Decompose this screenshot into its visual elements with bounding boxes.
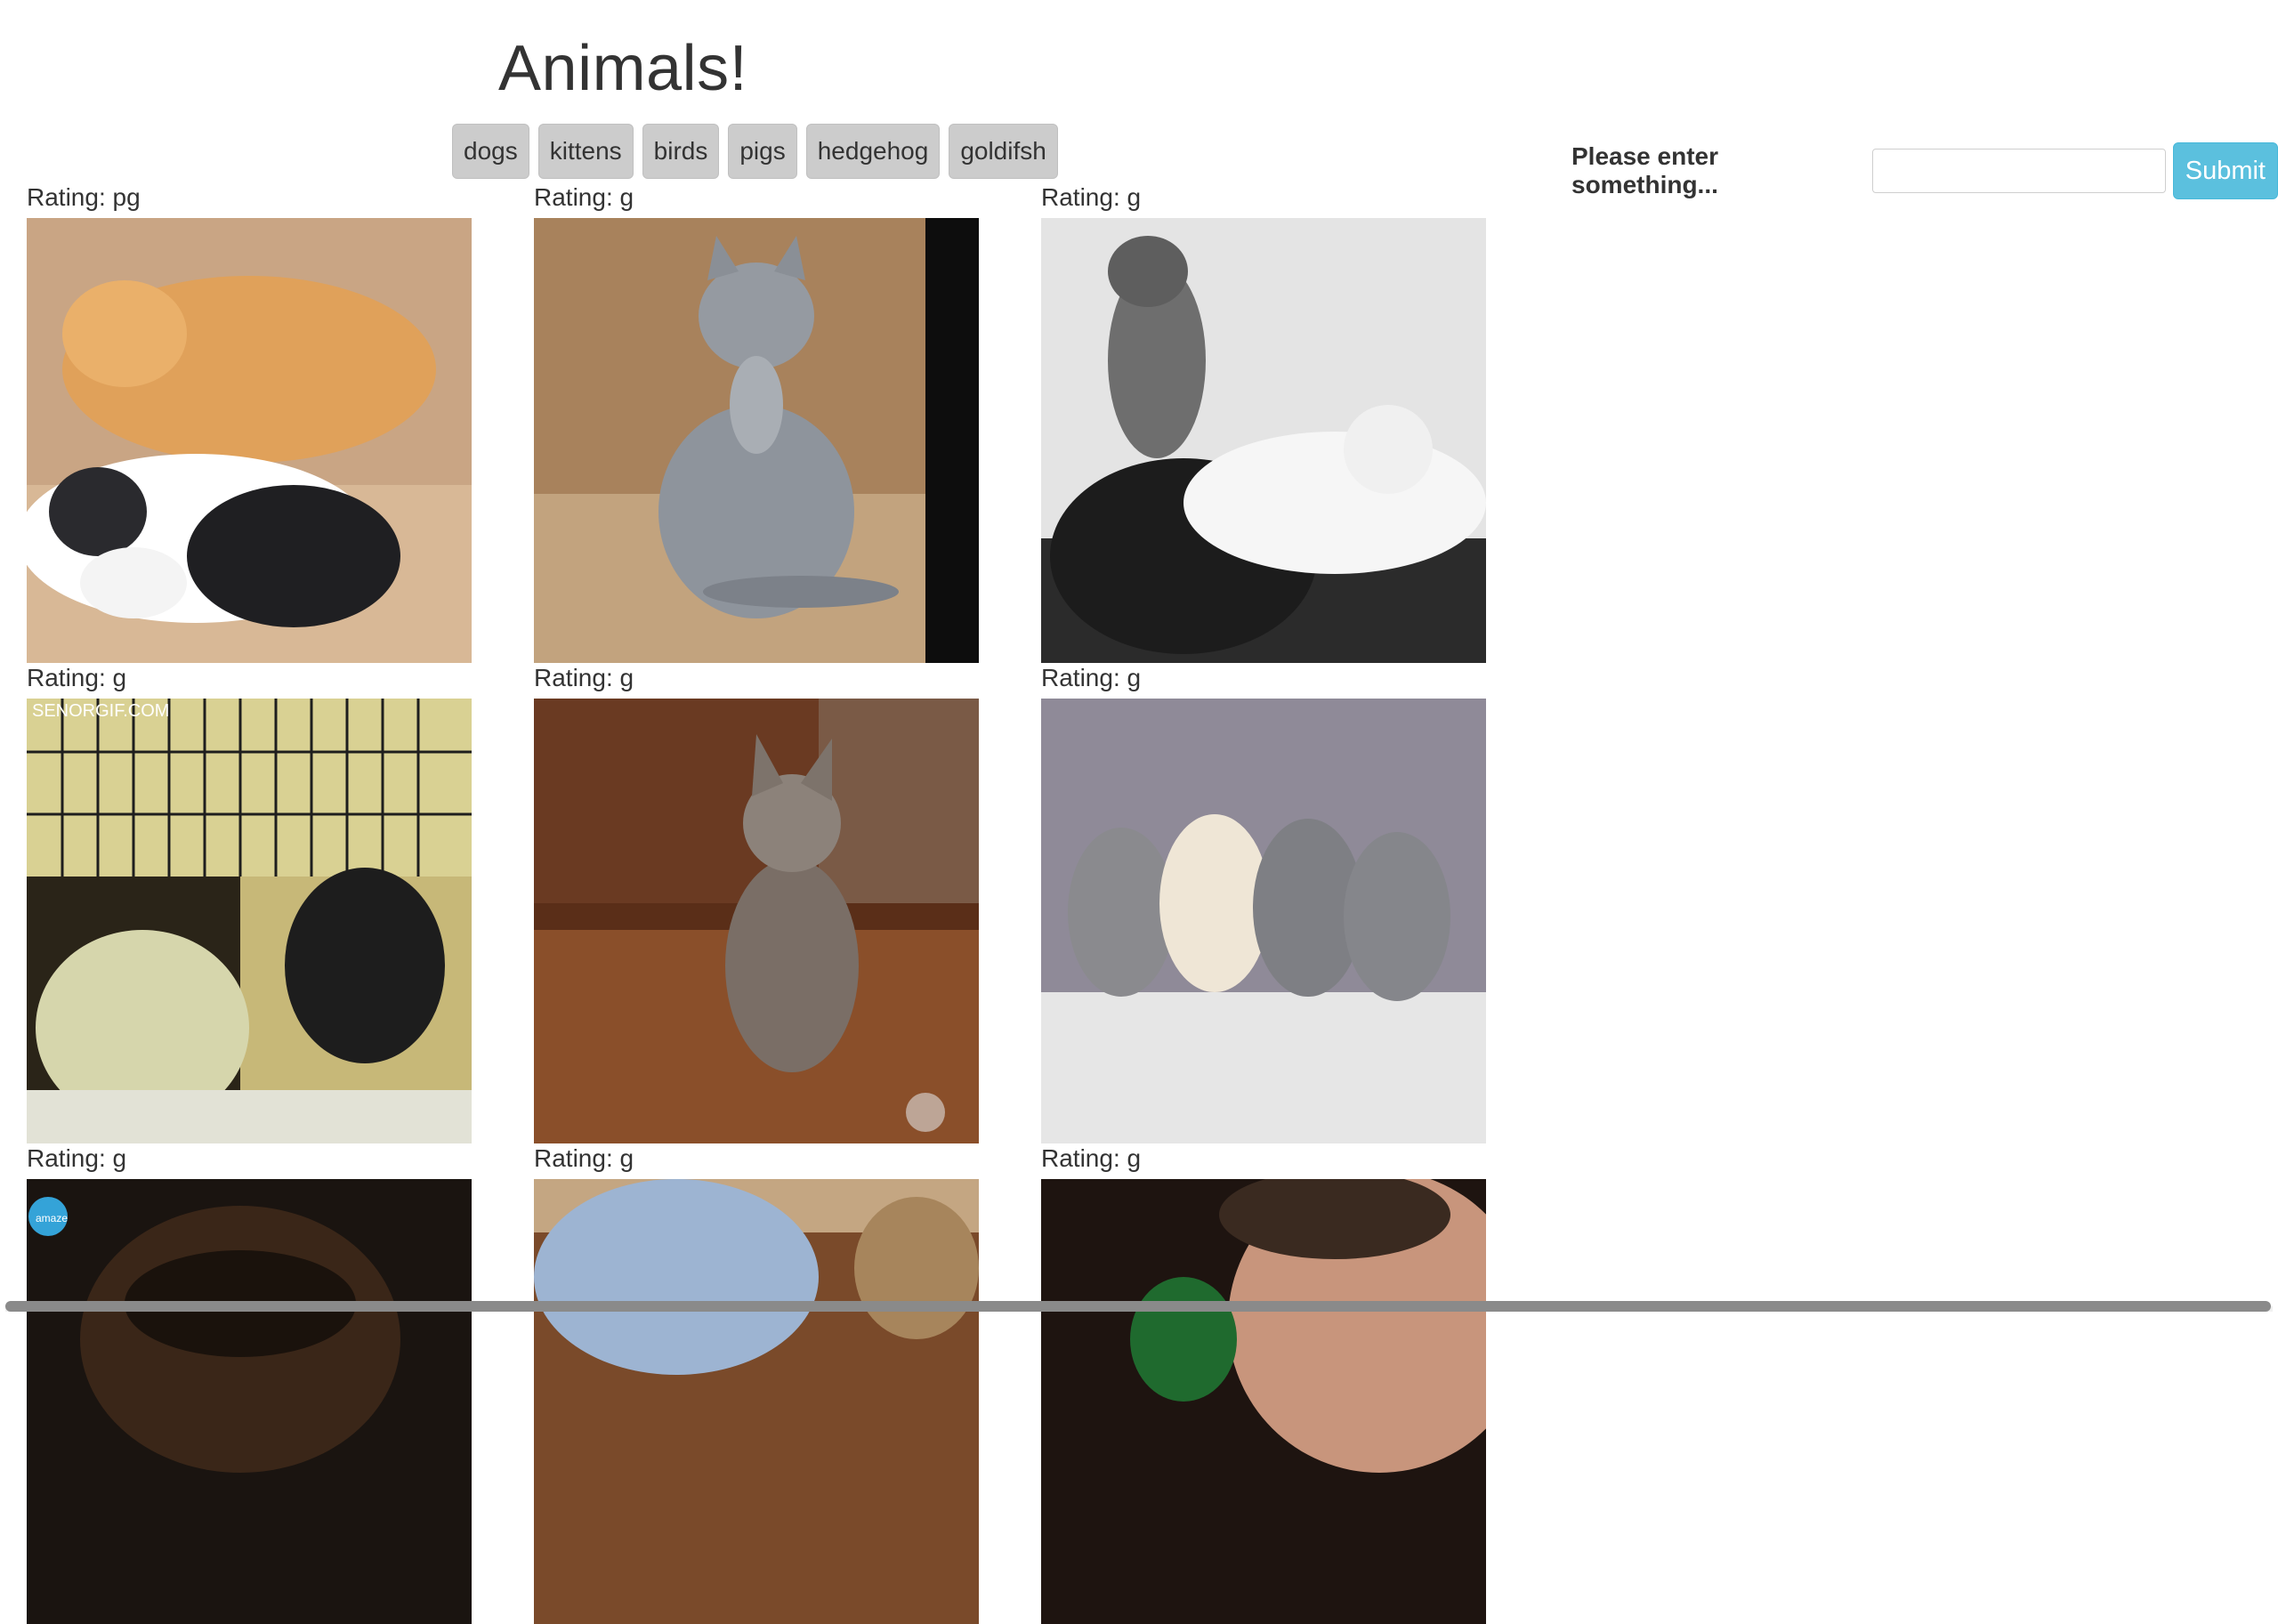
gif-image[interactable] bbox=[27, 218, 472, 663]
gif-item: Rating: g bbox=[1041, 1143, 1486, 1624]
gif-image[interactable] bbox=[534, 218, 979, 663]
submit-button[interactable]: Submit bbox=[2172, 142, 2278, 199]
gif-image[interactable] bbox=[1041, 1179, 1486, 1624]
gif-image[interactable] bbox=[1041, 218, 1486, 663]
kittens-playing-image bbox=[1041, 218, 1486, 663]
animal-button-kittens[interactable]: kittens bbox=[537, 124, 634, 179]
man-face-image bbox=[1041, 1179, 1486, 1624]
gif-item: Rating: g SENORGIF.COM bbox=[27, 662, 472, 1143]
gif-image[interactable]: amaze bbox=[27, 1179, 472, 1624]
four-kittens-image bbox=[1041, 699, 1486, 1143]
blue-fluffy-animal-image bbox=[534, 1179, 979, 1624]
animal-button-hedgehog[interactable]: hedgehog bbox=[805, 124, 941, 179]
animal-button-goldifsh[interactable]: goldifsh bbox=[949, 124, 1058, 179]
animal-button-birds[interactable]: birds bbox=[642, 124, 720, 179]
gif-rating: Rating: g bbox=[1041, 183, 1142, 211]
scrollbar-thumb[interactable] bbox=[5, 1301, 2271, 1312]
animal-button-group: dogs kittens birds pigs hedgehog goldifs… bbox=[452, 124, 1058, 179]
gif-rating: Rating: g bbox=[27, 664, 127, 691]
child-face-image: amaze bbox=[27, 1179, 472, 1624]
gif-item: Rating: g bbox=[534, 662, 979, 1143]
gif-image[interactable] bbox=[534, 699, 979, 1143]
gif-image[interactable]: SENORGIF.COM bbox=[27, 699, 472, 1143]
animal-input[interactable] bbox=[1871, 149, 2166, 193]
add-animal-form: Please enter something... Submit bbox=[1571, 142, 2278, 199]
gif-item: Rating: g bbox=[1041, 182, 1486, 663]
gif-rating: Rating: g bbox=[1041, 1144, 1142, 1172]
gif-item: Rating: g bbox=[534, 182, 979, 663]
animal-button-dogs[interactable]: dogs bbox=[452, 124, 529, 179]
gif-rating: Rating: g bbox=[534, 664, 634, 691]
gif-rating: Rating: g bbox=[534, 183, 634, 211]
gif-image[interactable] bbox=[534, 1179, 979, 1624]
form-label: Please enter something... bbox=[1571, 142, 1718, 198]
kittens-in-cage-image: SENORGIF.COM bbox=[27, 699, 472, 1143]
grey-cat-standing-image bbox=[534, 218, 979, 663]
gif-item: Rating: pg bbox=[27, 182, 472, 663]
animal-button-pigs[interactable]: pigs bbox=[728, 124, 797, 179]
gif-rating: Rating: g bbox=[534, 1144, 634, 1172]
watermark: amaze bbox=[36, 1212, 68, 1224]
gif-rating: Rating: g bbox=[1041, 664, 1142, 691]
tabby-kitten-walking-image bbox=[534, 699, 979, 1143]
gif-rating: Rating: pg bbox=[27, 183, 141, 211]
gif-item: Rating: g bbox=[1041, 662, 1486, 1143]
horizontal-scrollbar[interactable] bbox=[5, 1301, 2273, 1312]
page-title: Animals! bbox=[498, 33, 748, 104]
gif-item: Rating: g amaze bbox=[27, 1143, 472, 1624]
watermark: SENORGIF.COM bbox=[32, 701, 169, 721]
gif-item: Rating: g bbox=[534, 1143, 979, 1624]
gif-rating: Rating: g bbox=[27, 1144, 127, 1172]
gif-image[interactable] bbox=[1041, 699, 1486, 1143]
kittens-sleeping-image bbox=[27, 218, 472, 663]
